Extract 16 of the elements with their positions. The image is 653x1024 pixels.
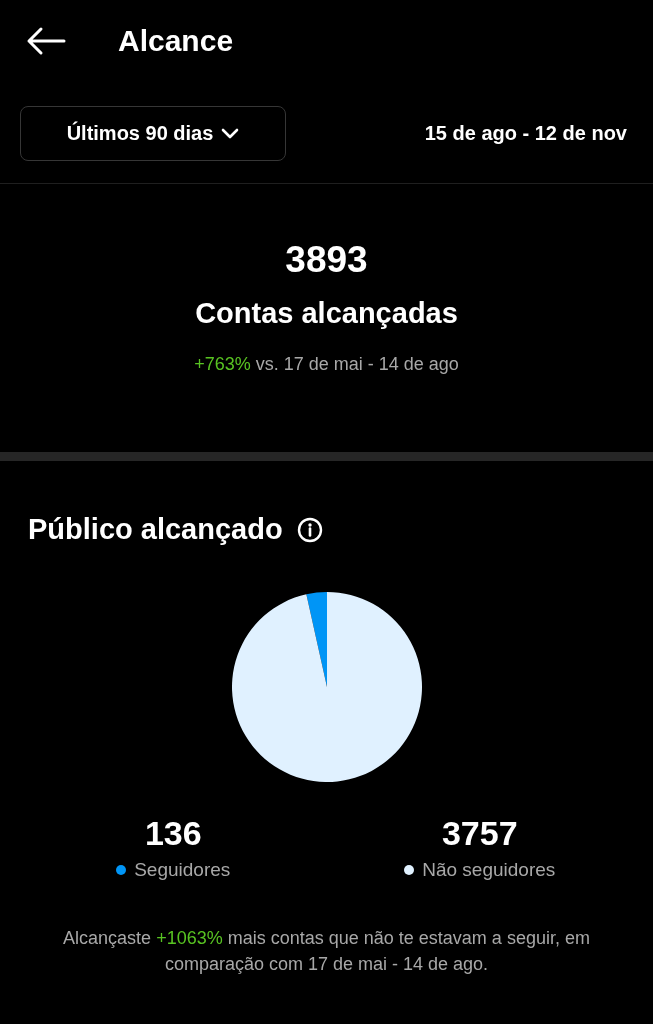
reach-note: Alcançaste +1063% mais contas que não te estavam a seguir, em comparação com 17 de mai - 14 de ago.: [62, 927, 591, 976]
accounts-count: 3893: [285, 239, 368, 281]
legend-value: 136: [144, 814, 202, 853]
back-button[interactable]: [26, 26, 66, 56]
legend-label: Não seguidores: [422, 859, 556, 881]
page-title: Alcance: [118, 24, 234, 58]
date-range: 15 de ago - 12 de nov: [424, 122, 627, 145]
comparison-text: +763% vs. 17 de mai - 14 de ago: [194, 354, 459, 375]
back-arrow-icon: [26, 26, 66, 56]
period-dropdown[interactable]: Últimos 90 dias: [20, 106, 286, 161]
legend-value: 3757: [441, 814, 518, 853]
legend-label: Seguidores: [134, 859, 231, 881]
info-icon[interactable]: [296, 516, 323, 543]
accounts-label: Contas alcançadas: [195, 297, 458, 330]
section-title: Público alcançado: [28, 513, 283, 546]
chevron-down-icon: [221, 127, 240, 140]
